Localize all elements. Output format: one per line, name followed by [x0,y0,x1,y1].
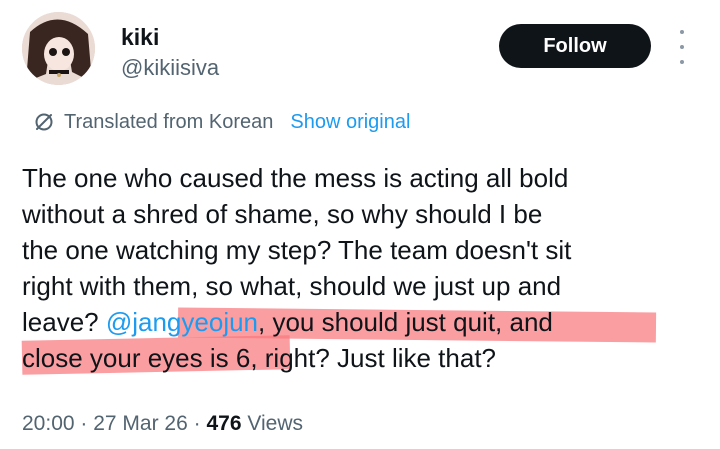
tweet-line: close your eyes is 6, right? Just like t… [21,335,692,376]
user-handle[interactable]: @kikiisiva [121,55,219,81]
translate-icon [33,111,55,133]
meta-separator: · [187,412,207,435]
tweet-time[interactable]: 20:00 [22,412,75,435]
tweet-date[interactable]: 27 Mar 26 [93,412,188,435]
more-icon[interactable] [672,30,692,64]
tweet-line: without a shred of shame, so why should … [22,196,692,232]
display-name[interactable]: kiki [121,24,159,50]
avatar-image [22,12,95,85]
more-dot [680,60,684,64]
tweet-line-text: without a shred of shame, so why should … [22,199,543,229]
more-dot [680,45,684,49]
tweet-line-text: the one watching my step? The team doesn… [22,235,572,265]
avatar[interactable] [22,12,95,85]
tweet-line: right with them, so what, should we just… [22,268,692,304]
more-dot [680,30,684,34]
follow-button[interactable]: Follow [499,24,651,68]
translation-bar: Translated from Korean Show original [33,109,410,135]
tweet-text: The one who caused the mess is acting al… [21,160,692,376]
tweet-line-text: , you should just quit, and [258,307,553,337]
views-label: Views [241,412,303,435]
tweet-line-text: The one who caused the mess is acting al… [22,163,569,193]
views-count: 476 [206,412,242,435]
tweet-line-text: leave? [22,307,106,337]
tweet-meta: 20:00 · 27 Mar 26 · 476 Views [22,411,303,437]
tweet-line: the one watching my step? The team doesn… [22,232,692,268]
show-original-link[interactable]: Show original [290,111,410,134]
translated-from-label: Translated from Korean [64,110,274,133]
tweet-line-text: close your eyes is 6, right? Just like t… [22,343,497,373]
tweet-line: leave? @jangyeojun, you should just quit… [22,304,692,343]
tweet-line-text: right with them, so what, should we just… [22,271,562,301]
meta-separator: · [74,412,94,435]
mention-link[interactable]: @jangyeojun [106,307,258,337]
tweet-line: The one who caused the mess is acting al… [22,160,692,196]
